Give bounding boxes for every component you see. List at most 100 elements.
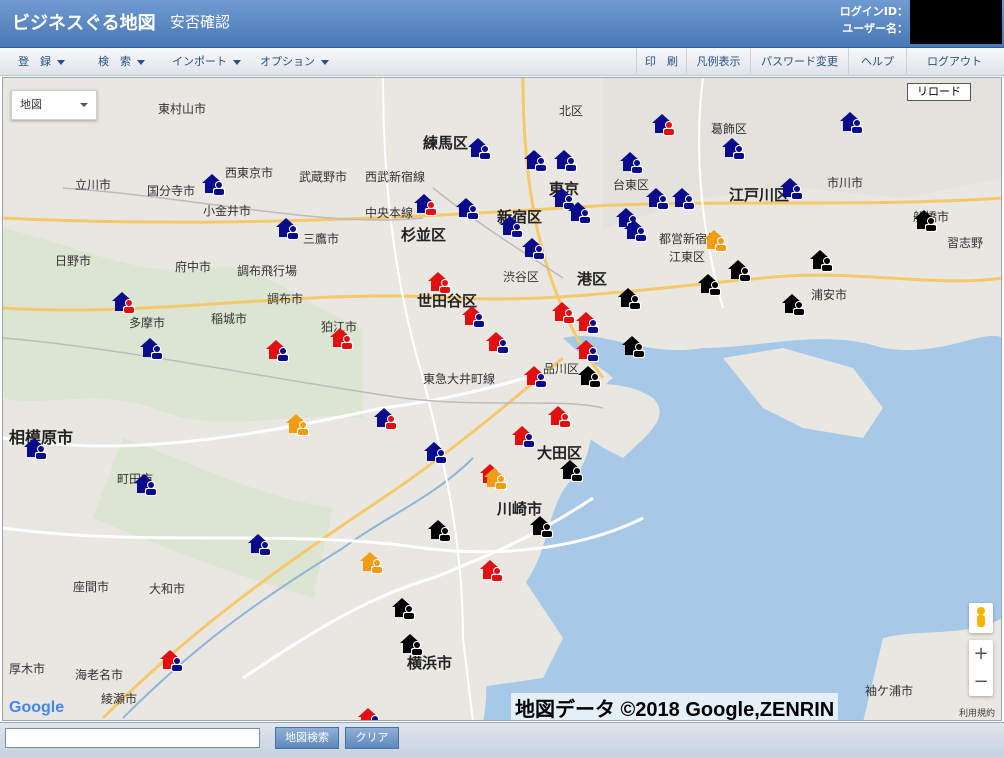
employee-marker-black[interactable]	[391, 596, 417, 620]
employee-marker-navy[interactable]	[623, 218, 649, 242]
employee-marker-black[interactable]	[427, 518, 453, 542]
employee-marker-black[interactable]	[621, 334, 647, 358]
employee-marker-navy[interactable]	[499, 214, 525, 238]
employee-marker-black[interactable]	[727, 258, 753, 282]
employee-marker-red[interactable]	[427, 270, 453, 294]
employee-marker-navy[interactable]	[619, 150, 645, 174]
employee-marker-black[interactable]	[913, 208, 939, 232]
house-person-icon	[560, 460, 583, 482]
employee-marker-black[interactable]	[399, 632, 425, 656]
employee-marker-red[interactable]	[461, 304, 487, 328]
map-search-button[interactable]: 地図検索	[275, 727, 339, 749]
house-person-icon	[484, 468, 507, 490]
menu-logout[interactable]: ログアウト	[906, 48, 1002, 76]
employee-marker-red[interactable]	[547, 404, 573, 428]
app-title: ビジネスぐる地図	[12, 13, 156, 34]
employee-marker-navy[interactable]	[23, 436, 49, 460]
menu-import-label: インポート	[172, 55, 227, 68]
street-view-pegman[interactable]	[969, 603, 993, 633]
employee-marker-black[interactable]	[577, 364, 603, 388]
employee-marker-navy[interactable]	[423, 440, 449, 464]
menu-print[interactable]: 印 刷	[636, 48, 686, 76]
menu-register[interactable]: 登 録	[8, 48, 78, 76]
employee-marker-navy[interactable]	[523, 148, 549, 172]
employee-marker-red[interactable]	[479, 558, 505, 582]
menu-change-password[interactable]: パスワード変更	[750, 48, 848, 76]
house-person-icon	[134, 474, 157, 496]
map-label: 調布市	[267, 292, 304, 306]
employee-marker-navy[interactable]	[133, 472, 159, 496]
employee-marker-navy[interactable]	[111, 290, 137, 314]
employee-marker-navy[interactable]	[201, 172, 227, 196]
map-label: 調布飛行場	[237, 264, 298, 278]
house-person-icon	[266, 340, 289, 362]
employee-marker-black[interactable]	[617, 286, 643, 310]
employee-marker-navy[interactable]	[721, 136, 747, 160]
clear-button[interactable]: クリア	[345, 727, 399, 749]
menu-import[interactable]: インポート	[162, 48, 248, 76]
employee-marker-red[interactable]	[329, 326, 355, 350]
employee-marker-navy[interactable]	[373, 406, 399, 430]
bottom-bar: 地図検索 クリア	[0, 722, 1004, 757]
map-view[interactable]: 東村山市 練馬区 北区 葛飾区 西東京市 武蔵野市 西武新宿線 立川市 国分寺市…	[2, 77, 1002, 721]
map-label: 台東区	[613, 178, 650, 192]
google-logo-text: Google	[9, 699, 65, 716]
employee-marker-navy[interactable]	[275, 216, 301, 240]
house-person-icon	[400, 634, 423, 656]
map-type-select[interactable]: 地図	[11, 90, 97, 120]
house-person-icon	[248, 534, 271, 556]
zoom-out-button[interactable]: −	[969, 668, 993, 696]
menu-options[interactable]: オプション	[250, 48, 336, 76]
employee-marker-navy[interactable]	[645, 186, 671, 210]
employee-marker-red[interactable]	[265, 338, 291, 362]
employee-marker-navy[interactable]	[139, 336, 165, 360]
address-search-input[interactable]	[5, 728, 260, 748]
employee-marker-navy[interactable]	[839, 110, 865, 134]
zoom-in-button[interactable]: +	[969, 640, 993, 668]
menu-search[interactable]: 検 索	[88, 48, 158, 76]
employee-marker-red[interactable]	[575, 338, 601, 362]
employee-marker-black[interactable]	[559, 458, 585, 482]
map-label: 多摩市	[129, 316, 166, 330]
map-credit: 地図データ ©2018 Google,ZENRIN	[511, 693, 839, 720]
menu-help[interactable]: ヘルプ	[848, 48, 906, 76]
employee-marker-orange[interactable]	[483, 466, 509, 490]
employee-marker-navy[interactable]	[413, 192, 439, 216]
employee-marker-navy[interactable]	[567, 200, 593, 224]
employee-marker-red[interactable]	[159, 648, 185, 672]
house-person-icon	[392, 598, 415, 620]
employee-marker-red[interactable]	[551, 300, 577, 324]
employee-marker-red[interactable]	[575, 310, 601, 334]
employee-marker-red[interactable]	[523, 364, 549, 388]
house-person-icon	[722, 138, 745, 160]
employee-marker-black[interactable]	[697, 272, 723, 296]
employee-marker-navy[interactable]	[455, 196, 481, 220]
map-label: 西東京市	[225, 166, 274, 180]
employee-marker-navy[interactable]	[467, 136, 493, 160]
employee-marker-navy[interactable]	[651, 112, 677, 136]
zoom-control: + −	[969, 640, 993, 696]
employee-marker-orange[interactable]	[359, 550, 385, 574]
house-person-icon	[428, 520, 451, 542]
reload-button[interactable]: リロード	[907, 83, 971, 101]
employee-marker-red[interactable]	[485, 330, 511, 354]
employee-marker-red[interactable]	[357, 706, 383, 720]
employee-marker-navy[interactable]	[553, 148, 579, 172]
menu-legend[interactable]: 凡例表示	[686, 48, 750, 76]
login-id-label: ログインID：	[839, 5, 908, 18]
employee-marker-red[interactable]	[511, 424, 537, 448]
employee-marker-black[interactable]	[781, 292, 807, 316]
house-person-icon	[548, 406, 571, 428]
employee-marker-navy[interactable]	[671, 186, 697, 210]
employee-marker-orange[interactable]	[703, 228, 729, 252]
house-person-icon	[622, 336, 645, 358]
house-person-icon	[728, 260, 751, 282]
employee-marker-black[interactable]	[809, 248, 835, 272]
employee-marker-navy[interactable]	[521, 236, 547, 260]
employee-marker-navy[interactable]	[247, 532, 273, 556]
employee-marker-navy[interactable]	[779, 176, 805, 200]
employee-marker-orange[interactable]	[285, 412, 311, 436]
employee-marker-black[interactable]	[529, 514, 555, 538]
terms-link[interactable]: 利用規約	[959, 706, 995, 719]
person-icon	[977, 607, 985, 627]
